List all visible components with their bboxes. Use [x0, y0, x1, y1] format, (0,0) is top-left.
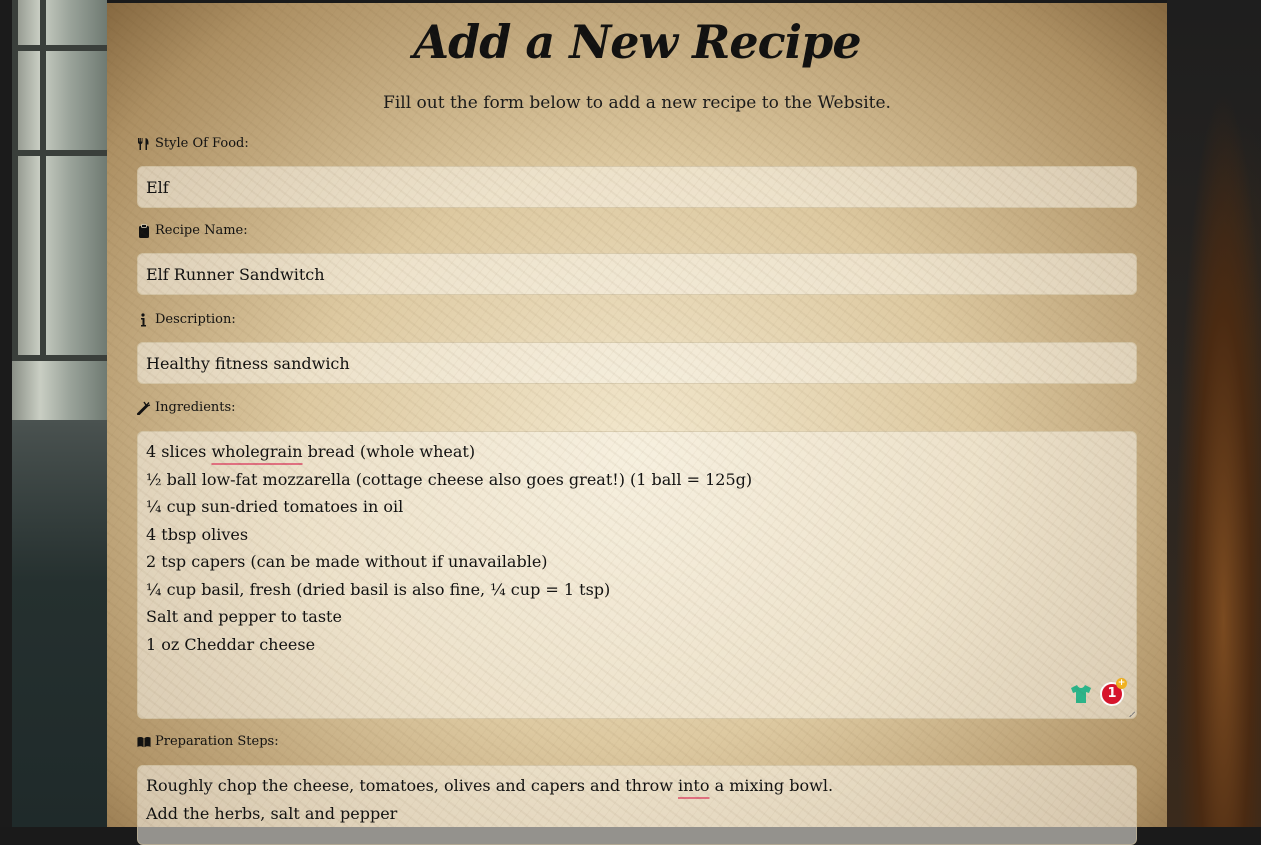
book-open-icon	[137, 736, 151, 747]
style-of-food-value: Elf	[146, 177, 169, 197]
recipe-name-label: Recipe Name:	[137, 223, 248, 238]
recipe-form-panel: Add a New Recipe Fill out the form below…	[107, 3, 1167, 845]
shirt-icon[interactable]	[1070, 684, 1092, 704]
badge-plus: +	[1116, 678, 1127, 689]
ingredient-line: 4 tbsp olives	[146, 524, 249, 544]
recipe-name-value: Elf Runner Sandwitch	[146, 264, 325, 284]
ingredient-line: 1 oz Cheddar cheese	[146, 634, 316, 654]
ingredients-label: Ingredients:	[137, 400, 236, 415]
ingredient-line: 4 slices wholegrain bread (whole wheat)	[146, 442, 476, 461]
background-wall	[12, 420, 107, 827]
preparation-steps-textarea[interactable]: Roughly chop the cheese, tomatoes, olive…	[137, 765, 1137, 845]
spellcheck-word: into	[678, 776, 710, 795]
ingredient-line: 2 tsp capers (can be made without if una…	[146, 552, 548, 571]
preparation-steps-label-text: Preparation Steps:	[155, 734, 279, 749]
description-label-text: Description:	[155, 312, 236, 327]
extension-icons: 1 +	[1070, 678, 1127, 706]
spellcheck-word: wholegrain	[211, 442, 303, 461]
style-of-food-input[interactable]: Elf	[137, 166, 1137, 208]
resize-handle[interactable]	[1129, 711, 1135, 717]
window-frame	[12, 355, 107, 361]
carrot-icon	[137, 401, 151, 415]
window-frame	[12, 45, 107, 51]
utensils-icon	[137, 137, 149, 150]
step-line: Add the herbs, salt and pepper	[146, 803, 398, 823]
window-frame	[12, 150, 107, 156]
ingredient-line: ½ ball low-fat mozzarella (cottage chees…	[146, 469, 753, 489]
ingredients-textarea[interactable]: 4 slices wholegrain bread (whole wheat) …	[137, 431, 1137, 719]
preparation-steps-label: Preparation Steps:	[137, 734, 279, 749]
description-label: Description:	[137, 312, 236, 327]
info-icon	[141, 312, 146, 326]
recipe-name-input[interactable]: Elf Runner Sandwitch	[137, 253, 1137, 295]
page-title: Add a New Recipe	[413, 15, 861, 69]
background-window-left	[0, 0, 107, 827]
style-of-food-label-text: Style Of Food:	[155, 136, 249, 151]
clipboard-icon	[139, 223, 149, 238]
extension-badge[interactable]: 1 +	[1100, 678, 1127, 706]
recipe-name-label-text: Recipe Name:	[155, 223, 248, 238]
ingredients-label-text: Ingredients:	[155, 400, 236, 415]
ingredient-line: ¼ cup sun-dried tomatoes in oil	[146, 497, 404, 516]
description-value: Healthy fitness sandwich	[146, 353, 350, 373]
description-input[interactable]: Healthy fitness sandwich	[137, 342, 1137, 384]
ingredient-line: Salt and pepper to taste	[146, 607, 342, 626]
window-frame	[40, 0, 46, 360]
ingredient-line: ¼ cup basil, fresh (dried basil is also …	[146, 579, 611, 599]
background-kitchen-right	[1167, 0, 1261, 827]
step-line: Roughly chop the cheese, tomatoes, olive…	[146, 776, 834, 795]
page-subtitle: Fill out the form below to add a new rec…	[383, 93, 891, 113]
style-of-food-label: Style Of Food:	[137, 136, 249, 151]
window-frame	[12, 0, 18, 360]
